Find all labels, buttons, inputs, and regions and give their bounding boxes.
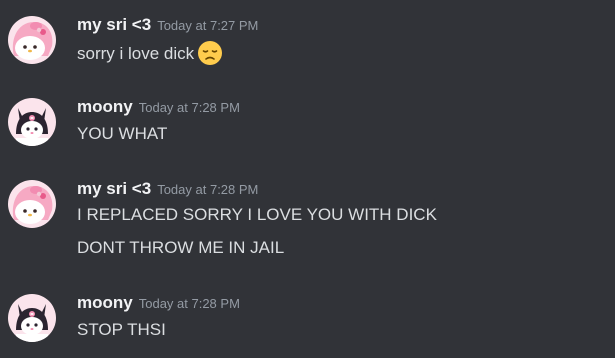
- kuromi-avatar[interactable]: [8, 98, 56, 146]
- kuromi-avatar[interactable]: [8, 294, 56, 342]
- message-content: YOU WHAT: [77, 122, 167, 146]
- message-author[interactable]: my sri <3: [77, 179, 151, 198]
- my-melody-avatar[interactable]: [8, 16, 56, 64]
- message-timestamp[interactable]: Today at 7:28 PM: [139, 296, 240, 311]
- message-content: DONT THROW ME IN JAIL: [77, 236, 284, 260]
- message-timestamp[interactable]: Today at 7:27 PM: [157, 18, 258, 33]
- message-header: moony Today at 7:28 PM: [77, 292, 240, 314]
- disappointed-face-emoji[interactable]: [197, 40, 223, 66]
- chat-message-list: my sri <3 Today at 7:27 PM sorry i love d…: [0, 0, 615, 358]
- message-text: DONT THROW ME IN JAIL: [77, 238, 285, 257]
- message-text: sorry i love dick: [77, 44, 195, 63]
- message-content: STOP THSI: [77, 318, 166, 342]
- message-text: STOP THSI: [77, 320, 166, 339]
- message-text: YOU WHAT: [77, 124, 168, 143]
- message-text: I REPLACED SORRY I LOVE YOU WITH DICK: [77, 205, 437, 224]
- message-author[interactable]: moony: [77, 97, 133, 116]
- message-header: moony Today at 7:28 PM: [77, 96, 240, 118]
- message-content: I REPLACED SORRY I LOVE YOU WITH DICK: [77, 203, 437, 227]
- message-header: my sri <3 Today at 7:28 PM: [77, 178, 258, 200]
- message-author[interactable]: moony: [77, 293, 133, 312]
- message-timestamp[interactable]: Today at 7:28 PM: [157, 182, 258, 197]
- message-timestamp[interactable]: Today at 7:28 PM: [139, 100, 240, 115]
- message-author[interactable]: my sri <3: [77, 15, 151, 34]
- my-melody-avatar[interactable]: [8, 180, 56, 228]
- message-header: my sri <3 Today at 7:27 PM: [77, 14, 258, 36]
- message-content: sorry i love dick: [77, 40, 223, 66]
